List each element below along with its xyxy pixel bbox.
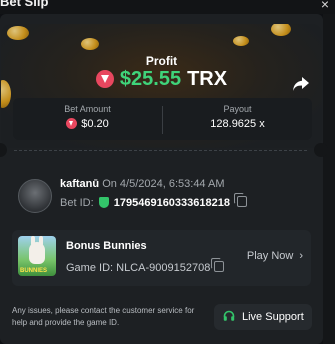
- bet-id-value: 1795469160333618218: [113, 197, 230, 209]
- play-now-label: Play Now: [246, 250, 294, 262]
- bet-amount-value-row: $0.20: [13, 118, 162, 130]
- trx-coin-icon: [95, 70, 114, 88]
- live-support-button[interactable]: Live Support: [214, 304, 312, 330]
- window-title: Bet Slip: [0, 0, 49, 9]
- payout-label: Payout: [223, 104, 252, 114]
- coin-decoration: [81, 38, 99, 50]
- profit-currency: TRX: [187, 68, 228, 90]
- profit-card: Profit $25.55 TRX Bet Amount $0.20 Payout…: [1, 24, 322, 148]
- game-id-line: Game ID: NLCA-9009152708: [66, 258, 225, 274]
- bunny-illustration: [29, 242, 45, 264]
- profit-label: Profit: [145, 54, 178, 68]
- shield-check-icon: [98, 197, 109, 208]
- chevron-right-icon: ›: [299, 250, 303, 262]
- close-icon[interactable]: ×: [321, 0, 329, 12]
- game-card[interactable]: BUNNIES Bonus Bunnies Game ID: NLCA-9009…: [12, 230, 311, 286]
- title-bar: Bet Slip ×: [0, 0, 335, 14]
- coin-decoration: [233, 36, 249, 46]
- play-now-button[interactable]: Play Now ›: [247, 250, 303, 262]
- game-thumbnail[interactable]: BUNNIES: [18, 236, 56, 276]
- share-arrow-icon[interactable]: [292, 76, 310, 92]
- bet-timestamp: On 4/5/2024, 6:53:44 AM: [102, 178, 225, 190]
- bet-amount-stat: Bet Amount $0.20: [13, 104, 162, 130]
- live-support-label: Live Support: [242, 311, 304, 323]
- avatar: [18, 179, 52, 213]
- dashed-separator: [14, 150, 307, 151]
- panel-edge: [323, 14, 335, 344]
- thumbnail-title: BUNNIES: [20, 268, 48, 274]
- game-name: Bonus Bunnies: [66, 240, 147, 252]
- bet-stats: Bet Amount $0.20 Payout 128.9625 x: [13, 98, 312, 140]
- copy-icon[interactable]: [234, 193, 248, 207]
- game-id: Game ID: NLCA-9009152708: [66, 262, 211, 274]
- coin-decoration: [271, 24, 291, 36]
- copy-icon[interactable]: [211, 258, 225, 272]
- user-line: kaftanū On 4/5/2024, 6:53:44 AM: [60, 178, 225, 190]
- bet-amount-value: $0.20: [81, 118, 109, 130]
- profit-amount: $25.55: [119, 68, 182, 90]
- profit-amount-row: $25.55 TRX: [1, 68, 322, 91]
- coin-decoration: [7, 26, 29, 40]
- bet-details: kaftanū On 4/5/2024, 6:53:44 AM Bet ID: …: [18, 177, 318, 217]
- trx-coin-icon: [66, 118, 78, 129]
- bet-amount-label: Bet Amount: [64, 104, 111, 114]
- ticket-notch-right: [314, 143, 328, 157]
- payout-value: 128.9625 x: [210, 118, 265, 130]
- username[interactable]: kaftanū: [60, 178, 99, 190]
- headset-icon: [223, 310, 235, 321]
- support-notice: Any issues, please contact the customer …: [12, 306, 195, 327]
- bet-id-line: Bet ID: 1795469160333618218: [60, 193, 248, 209]
- payout-stat: Payout 128.9625 x: [163, 104, 312, 130]
- bet-id-label: Bet ID:: [60, 197, 94, 209]
